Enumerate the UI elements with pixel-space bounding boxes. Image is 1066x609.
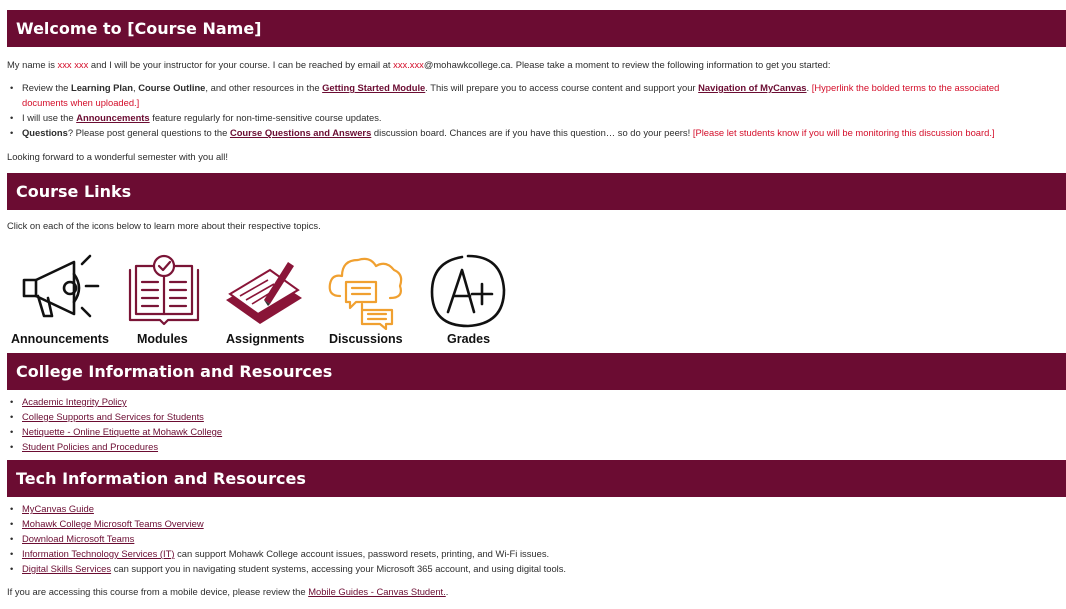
download-teams-link[interactable]: Download Microsoft Teams (22, 533, 134, 544)
grades-tile[interactable] (428, 252, 508, 330)
college-supports-link[interactable]: College Supports and Services for Studen… (22, 411, 204, 422)
intro-paragraph: My name is xxx xxx and I will be your in… (7, 59, 830, 71)
list-item: Digital Skills Services can support you … (10, 563, 567, 575)
intro-text: My name is (7, 59, 58, 70)
its-link[interactable]: Information Technology Services (IT) (22, 548, 175, 559)
course-outline-term: Course Outline (138, 82, 206, 93)
cloud-chat-icon (328, 257, 403, 330)
intro-text: . Please take a moment to review the fol… (510, 59, 831, 70)
book-checklist-icon (128, 254, 200, 326)
bullet-text: Review the (22, 82, 71, 93)
intro-text: and I will be your instructor for your c… (88, 59, 394, 70)
bullet-text: . This will prepare you to access course… (425, 82, 699, 93)
list-item: Academic Integrity Policy (10, 396, 127, 408)
digital-skills-link[interactable]: Digital Skills Services (22, 563, 111, 574)
dss-description: can support you in navigating student sy… (111, 563, 567, 574)
assignments-label[interactable]: Assignments (226, 332, 305, 346)
modules-label[interactable]: Modules (137, 332, 188, 346)
list-item: Netiquette - Online Etiquette at Mohawk … (10, 426, 222, 438)
closing-text: Looking forward to a wonderful semester … (7, 151, 228, 162)
mycanvas-guide-link[interactable]: MyCanvas Guide (22, 503, 94, 514)
announcements-tile[interactable] (14, 252, 104, 327)
list-item: Download Microsoft Teams (10, 533, 134, 545)
assignments-tile[interactable] (224, 256, 304, 326)
bullet-text: ? Please post general questions to the (67, 127, 230, 138)
instructor-note: [Please let students know if you will be… (692, 127, 995, 138)
mobile-notice: If you are accessing this course from a … (7, 586, 448, 598)
bullet-text: , and other resources in the (205, 82, 323, 93)
list-item: Review the Learning Plan, Course Outline… (10, 82, 1000, 94)
course-qa-link[interactable]: Course Questions and Answers (230, 127, 371, 138)
modules-tile[interactable] (126, 252, 202, 327)
mobile-text: . (445, 586, 449, 597)
navigation-of-mycanvas-link[interactable]: Navigation of MyCanvas (698, 82, 806, 93)
discussions-label[interactable]: Discussions (329, 332, 403, 346)
course-links-instruction: Click on each of the icons below to lear… (7, 220, 321, 231)
academic-integrity-link[interactable]: Academic Integrity Policy (22, 396, 127, 407)
list-item: Student Policies and Procedures (10, 441, 158, 453)
its-description: can support Mohawk College account issue… (174, 548, 550, 559)
list-item: MyCanvas Guide (10, 503, 94, 515)
netiquette-link[interactable]: Netiquette - Online Etiquette at Mohawk … (22, 426, 222, 437)
paper-pencil-icon (226, 262, 302, 324)
list-item: I will use the Announcements feature reg… (10, 112, 382, 124)
list-item: College Supports and Services for Studen… (10, 411, 204, 423)
discussions-tile[interactable] (326, 252, 406, 330)
email-domain: @mohawkcollege.ca (423, 59, 511, 70)
student-policies-link[interactable]: Student Policies and Procedures (22, 441, 158, 452)
email-user: xxx.xxx (393, 59, 424, 70)
learning-plan-term: Learning Plan (70, 82, 133, 93)
megaphone-icon (22, 254, 100, 318)
instructor-note: [Hyperlink the bolded terms to the assoc… (809, 82, 1000, 93)
instructor-note: documents when uploaded.] (22, 97, 140, 108)
course-links-heading: Course Links (7, 173, 1066, 210)
mobile-guides-link[interactable]: Mobile Guides - Canvas Student. (308, 586, 446, 597)
announcements-label[interactable]: Announcements (11, 332, 109, 346)
teams-overview-link[interactable]: Mohawk College Microsoft Teams Overview (22, 518, 204, 529)
a-plus-grade-icon (430, 254, 506, 328)
announcements-link[interactable]: Announcements (76, 112, 149, 123)
welcome-heading: Welcome to [Course Name] (7, 10, 1066, 47)
tech-info-heading: Tech Information and Resources (7, 460, 1066, 497)
getting-started-module-link[interactable]: Getting Started Module (322, 82, 425, 93)
questions-term: Questions (22, 127, 68, 138)
list-item: Mohawk College Microsoft Teams Overview (10, 518, 204, 530)
list-item: Information Technology Services (IT) can… (10, 548, 550, 560)
college-info-heading: College Information and Resources (7, 353, 1066, 390)
bullet-text: I will use the (22, 112, 77, 123)
list-item: Questions? Please post general questions… (10, 127, 995, 139)
bullet-text: discussion board. Chances are if you hav… (371, 127, 693, 138)
grades-label[interactable]: Grades (447, 332, 490, 346)
bullet-text: feature regularly for non-time-sensitive… (149, 112, 382, 123)
mobile-text: If you are accessing this course from a … (7, 586, 309, 597)
page: Welcome to [Course Name] My name is xxx … (0, 0, 1066, 609)
instructor-name: xxx xxx (57, 59, 89, 70)
